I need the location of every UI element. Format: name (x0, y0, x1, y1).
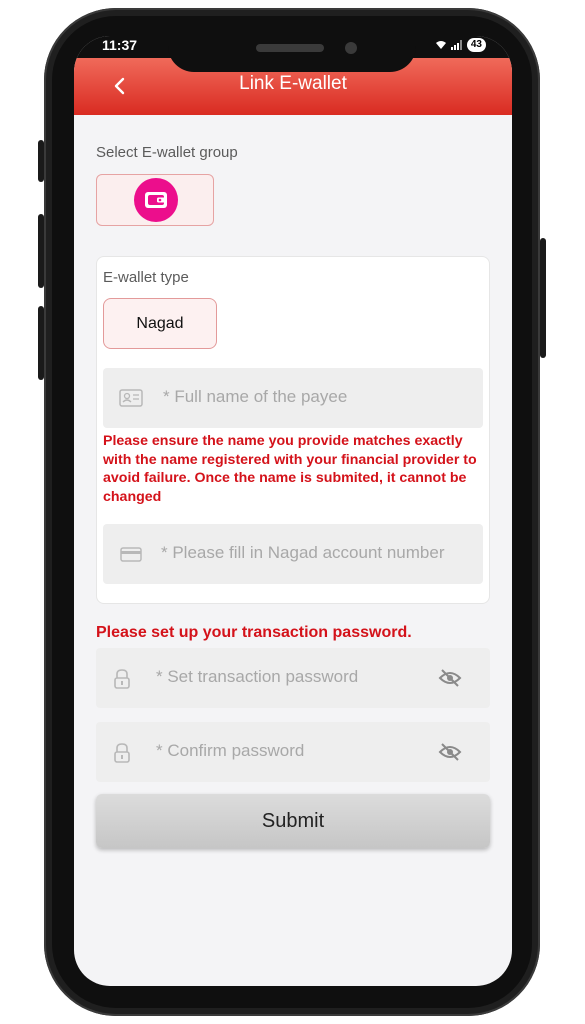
account-number-field[interactable]: * Please fill in Nagad account number (103, 524, 483, 584)
password-section-title: Please set up your transaction password. (96, 624, 412, 641)
account-number-placeholder: * Please fill in Nagad account number (161, 543, 445, 562)
submit-button[interactable]: Submit (96, 794, 490, 848)
battery-indicator: 43 (466, 38, 486, 52)
status-time: 11:37 (102, 37, 138, 53)
screen: 11:37 43 Link E-wallet Select E-wallet g… (74, 36, 512, 986)
payee-name-placeholder: * Full name of the payee (163, 387, 348, 406)
lock-icon (114, 669, 130, 689)
side-button-mute (38, 140, 44, 182)
credit-card-icon (120, 547, 142, 562)
lock-icon (114, 743, 130, 763)
notch (168, 28, 416, 72)
side-button-volume-down (38, 306, 44, 380)
ewallet-details-card: E-wallet type Nagad * Full name of the p… (96, 256, 490, 604)
wallet-type-label: E-wallet type (103, 269, 189, 286)
signal-icon (450, 40, 462, 50)
set-password-field[interactable]: * Set transaction password (96, 648, 490, 708)
eye-hidden-icon[interactable] (438, 668, 462, 688)
id-card-icon (119, 389, 143, 407)
page-title: Link E-wallet (239, 73, 347, 94)
wifi-icon (435, 41, 446, 49)
camera (345, 42, 357, 54)
wallet-icon (134, 178, 178, 222)
payee-name-field[interactable]: * Full name of the payee (103, 368, 483, 428)
confirm-password-placeholder: * Confirm password (156, 741, 305, 760)
speaker (256, 44, 324, 52)
side-button-power (540, 238, 546, 358)
side-button-volume-up (38, 214, 44, 288)
payee-name-warning: Please ensure the name you provide match… (103, 433, 477, 505)
ewallet-group-option[interactable] (96, 174, 214, 226)
wallet-type-nagad-button[interactable]: Nagad (103, 298, 217, 349)
confirm-password-field[interactable]: * Confirm password (96, 722, 490, 782)
eye-hidden-icon[interactable] (438, 742, 462, 762)
status-icons: 43 (435, 38, 486, 52)
set-password-placeholder: * Set transaction password (156, 667, 359, 686)
group-label: Select E-wallet group (96, 144, 238, 161)
